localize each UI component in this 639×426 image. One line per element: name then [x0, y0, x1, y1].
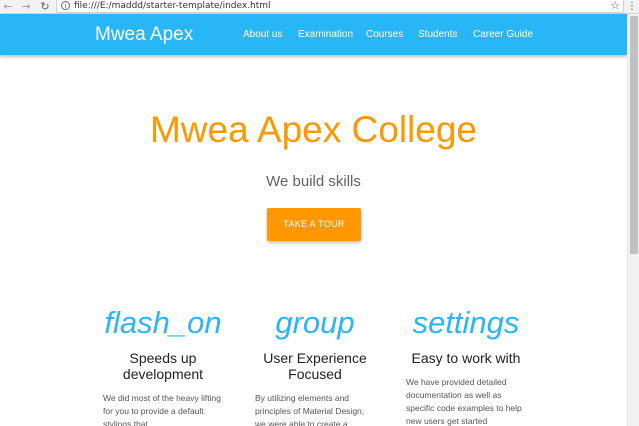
feature-text: We did most of the heavy lifting for you… — [103, 393, 221, 426]
feature-text: We have provided detailed documentation … — [406, 377, 522, 426]
nav-link-courses[interactable]: Courses — [366, 28, 403, 42]
hero-subtitle: We build skills — [266, 173, 361, 190]
forward-arrow-icon[interactable]: → — [20, 0, 32, 14]
feature-title: User Experience Focused — [263, 350, 367, 382]
nav-link-examination[interactable]: Examination — [298, 28, 353, 42]
hero-title: Mwea Apex College — [149, 109, 478, 150]
nav-link-about-us[interactable]: About us — [243, 28, 282, 42]
back-arrow-icon[interactable]: ← — [2, 0, 14, 14]
feature-user-experience: group User Experience Focused By utilizi… — [240, 303, 390, 426]
star-icon[interactable]: ☆ — [610, 0, 620, 12]
feature-easy-to-work-with: settings Easy to work with We have provi… — [391, 303, 541, 426]
reload-icon[interactable]: ↻ — [39, 0, 51, 14]
feature-title: Easy to work with — [411, 350, 521, 366]
address-bar[interactable]: i file:///E:/maddd/starter-template/inde… — [56, 0, 624, 13]
scrollbar-thumb[interactable] — [630, 16, 638, 254]
site-navbar: Mwea Apex About us Examination Courses S… — [0, 14, 627, 55]
nav-link-career-guide[interactable]: Career Guide — [473, 28, 533, 42]
group-icon: group — [275, 305, 355, 340]
take-a-tour-button[interactable]: TAKE A TOUR — [267, 208, 361, 241]
flash-on-icon: flash_on — [104, 305, 222, 340]
page-scrollbar[interactable] — [627, 14, 639, 426]
feature-text: By utilizing elements and principles of … — [255, 393, 365, 426]
nav-link-students[interactable]: Students — [418, 28, 457, 42]
browser-toolbar: ← → ↻ i file:///E:/maddd/starter-templat… — [0, 0, 639, 14]
feature-title: Speeds up development — [122, 350, 204, 382]
kebab-menu-icon[interactable]: ⋮ — [627, 0, 637, 14]
url-text[interactable]: file:///E:/maddd/starter-template/index.… — [74, 0, 271, 12]
feature-speeds-up-development: flash_on Speeds up development We did mo… — [88, 303, 238, 426]
nav-links: About us Examination Courses Students Ca… — [0, 14, 627, 55]
info-icon[interactable]: i — [61, 1, 70, 10]
settings-icon: settings — [412, 305, 520, 340]
